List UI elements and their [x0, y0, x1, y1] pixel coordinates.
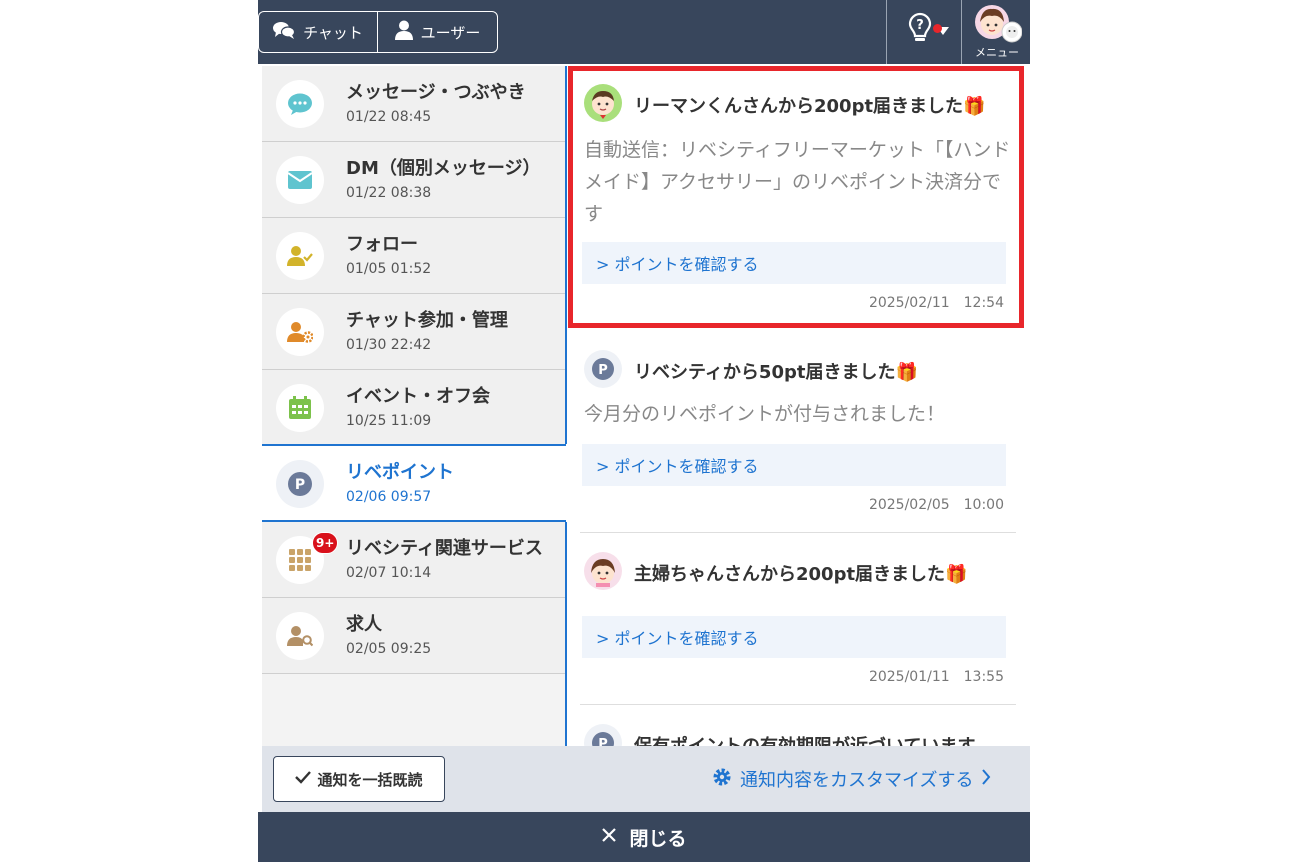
sidebar-item-label: リベシティ関連サービス — [346, 538, 543, 559]
notification-panel: チャット ユーザー ? メニュー メッセージ・つぶやき 01/22 08:45 … — [258, 0, 1030, 862]
question-bulb-icon: ? — [907, 12, 933, 48]
sidebar-item-time: 01/05 01:52 — [346, 261, 432, 277]
notification-title: 保有ポイントの有効期限が近づいています — [634, 732, 975, 746]
sidebar-border — [565, 522, 567, 746]
sidebar-item-time: 02/07 10:14 — [346, 565, 432, 581]
calendar-icon — [276, 384, 324, 432]
svg-text:?: ? — [916, 18, 924, 33]
sidebar-item-time: 01/22 08:38 — [346, 185, 432, 201]
svg-text:P: P — [295, 477, 305, 493]
svg-text:P: P — [598, 737, 608, 746]
point-icon: P — [276, 460, 324, 508]
user-check-icon — [276, 232, 324, 280]
header-divider — [886, 0, 887, 64]
sidebar-item-label: 求人 — [346, 614, 382, 635]
sidebar-item-messages[interactable]: メッセージ・つぶやき 01/22 08:45 — [262, 66, 566, 142]
top-tab-group: チャット ユーザー — [258, 11, 498, 53]
notification-body: 今月分のリベポイントが付与されました！ — [584, 403, 946, 425]
envelope-icon — [276, 156, 324, 204]
tab-user[interactable]: ユーザー — [378, 12, 497, 52]
help-button[interactable]: ? — [898, 12, 958, 48]
close-button[interactable]: 閉じる — [258, 812, 1030, 862]
point-icon: P — [584, 350, 622, 388]
gear-icon — [712, 767, 732, 792]
sidebar-item-jobs[interactable]: 求人 02/05 09:25 — [262, 598, 566, 674]
sidebar-item-label: イベント・オフ会 — [346, 386, 490, 407]
chat-bubble-icon — [276, 80, 324, 128]
user-icon — [394, 20, 413, 44]
notification-date: 2025/02/11 12:54 — [868, 295, 1004, 311]
notification-dot — [933, 24, 942, 33]
menu-button[interactable]: メニュー — [964, 0, 1030, 64]
avatar — [972, 4, 1023, 48]
sidebar-item-time: 01/22 08:45 — [346, 109, 432, 125]
sidebar-item-time: 02/05 09:25 — [346, 641, 432, 657]
notification-item[interactable]: P リベシティから50pt届きました🎁 今月分のリベポイントが付与されました！ … — [568, 328, 1028, 534]
sidebar-item-label: リベポイント — [346, 462, 454, 483]
sidebar-item-time: 02/06 09:57 — [346, 489, 432, 505]
mark-all-read-button[interactable]: 通知を一括既読 — [273, 756, 445, 802]
notification-list: リーマンくんさんから200pt届きました🎁 自動送信：リベシティフリーマーケット… — [568, 66, 1028, 746]
sidebar-item-label: DM（個別メッセージ） — [346, 158, 541, 179]
sidebar-border — [565, 66, 567, 444]
tab-chat[interactable]: チャット — [259, 12, 378, 52]
point-icon: P — [584, 724, 622, 746]
notification-title: リーマンくんさんから200pt届きました🎁 — [634, 96, 986, 117]
sidebar-item-related-services[interactable]: 9+ リベシティ関連サービス 02/07 10:14 — [262, 522, 566, 598]
notification-body: 自動送信：リベシティフリーマーケット「【ハンドメイド】アクセサリー」のリベポイン… — [584, 139, 1011, 225]
salaryman-avatar — [584, 84, 622, 122]
sidebar-item-time: 10/25 11:09 — [346, 413, 432, 429]
sidebar-item-libe-point[interactable]: P リベポイント 02/06 09:57 — [262, 444, 566, 522]
check-points-link[interactable]: > ポイントを確認する — [582, 444, 1006, 486]
divider — [580, 704, 1016, 705]
sidebar-item-dm[interactable]: DM（個別メッセージ） 01/22 08:38 — [262, 142, 566, 218]
notification-title: リベシティから50pt届きました🎁 — [634, 362, 918, 383]
unread-badge: 9+ — [312, 532, 339, 554]
bottom-action-bar: 通知を一括既読 通知内容をカスタマイズする — [262, 746, 1030, 812]
menu-label: メニュー — [975, 46, 1019, 59]
sidebar-item-label: チャット参加・管理 — [346, 310, 508, 331]
close-label: 閉じる — [629, 827, 687, 850]
top-bar: チャット ユーザー ? メニュー — [258, 0, 1030, 64]
user-gear-icon — [276, 308, 324, 356]
notification-date: 2025/02/05 10:00 — [868, 497, 1004, 513]
check-icon — [295, 770, 312, 788]
customize-label: 通知内容をカスタマイズする — [740, 770, 974, 791]
chat-bubbles-icon — [273, 21, 296, 43]
svg-text:P: P — [598, 363, 608, 378]
customize-notifications-link[interactable]: 通知内容をカスタマイズする — [712, 766, 991, 792]
housewife-avatar — [584, 552, 622, 590]
tab-chat-label: チャット — [303, 23, 363, 42]
tab-user-label: ユーザー — [420, 23, 481, 42]
header-divider — [961, 0, 962, 64]
notification-item[interactable]: 主婦ちゃんさんから200pt届きました🎁 > ポイントを確認する 2025/01… — [568, 534, 1028, 706]
notification-title: 主婦ちゃんさんから200pt届きました🎁 — [634, 564, 968, 585]
check-points-link[interactable]: > ポイントを確認する — [582, 242, 1006, 284]
check-points-link[interactable]: > ポイントを確認する — [582, 616, 1006, 658]
mark-all-read-label: 通知を一括既読 — [317, 770, 423, 789]
notification-item[interactable]: リーマンくんさんから200pt届きました🎁 自動送信：リベシティフリーマーケット… — [568, 66, 1028, 328]
sidebar-item-label: メッセージ・つぶやき — [346, 82, 526, 103]
notification-date: 2025/01/11 13:55 — [868, 669, 1004, 685]
sidebar-item-follow[interactable]: フォロー 01/05 01:52 — [262, 218, 566, 294]
sidebar-item-time: 01/30 22:42 — [346, 337, 432, 353]
user-search-icon — [276, 612, 324, 660]
category-sidebar: メッセージ・つぶやき 01/22 08:45 DM（個別メッセージ） 01/22… — [262, 66, 567, 746]
chevron-right-icon — [981, 768, 991, 790]
sidebar-item-label: フォロー — [346, 234, 418, 255]
sidebar-item-events[interactable]: イベント・オフ会 10/25 11:09 — [262, 370, 566, 446]
notification-item[interactable]: P 保有ポイントの有効期限が近づいています — [568, 706, 1028, 746]
sidebar-item-chat-manage[interactable]: チャット参加・管理 01/30 22:42 — [262, 294, 566, 370]
divider — [580, 532, 1016, 533]
close-icon — [601, 826, 617, 848]
